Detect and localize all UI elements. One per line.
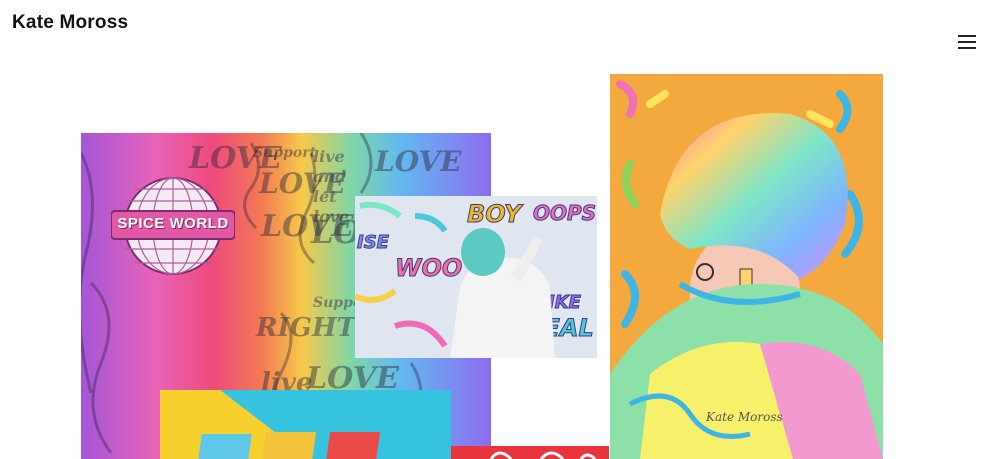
wall-word: RIGHT (256, 313, 356, 343)
hamburger-menu-icon[interactable] (958, 33, 978, 49)
svg-text:WOO: WOO (395, 254, 462, 282)
notebooks-illustration (197, 390, 451, 459)
artist-signature: Kate Moross (706, 410, 783, 424)
project-tile-notebooks[interactable] (160, 390, 451, 459)
project-tile-rainbow-hair[interactable]: Kate Moross (610, 74, 883, 459)
wall-word: LOVE (375, 145, 462, 178)
rainbow-hair-illustration (610, 80, 883, 459)
project-tile-painter-wall[interactable]: BOY OOPS WOO REAL YIKE ISE (355, 196, 597, 358)
svg-text:OOPS: OOPS (533, 201, 596, 225)
svg-text:BOY: BOY (467, 200, 524, 228)
svg-text:ISE: ISE (357, 232, 390, 253)
painter-lettering-texture: BOY OOPS WOO REAL YIKE ISE (355, 200, 597, 358)
wall-word: Support (253, 145, 317, 161)
site-title[interactable]: Kate Moross (12, 12, 128, 34)
red-pattern-illustration (489, 451, 597, 459)
project-tile-red-pattern[interactable] (451, 446, 609, 459)
spice-world-text: SPICE WORLD (117, 215, 229, 232)
